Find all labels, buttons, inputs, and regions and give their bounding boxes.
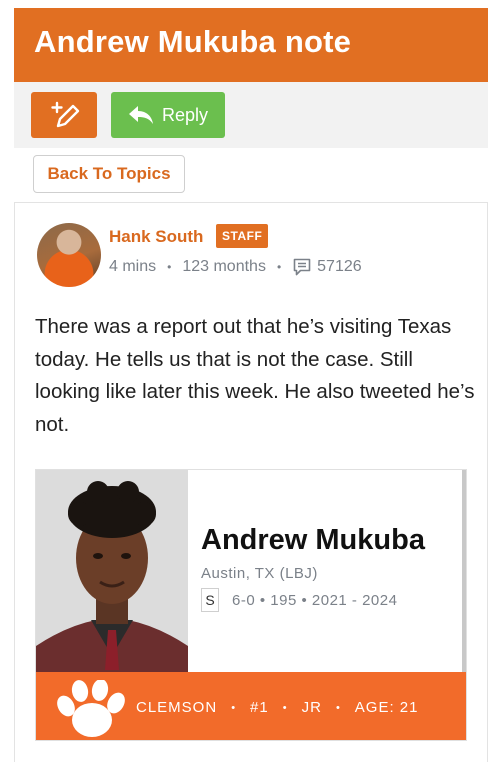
toolbar: Reply xyxy=(14,82,488,148)
player-school: CLEMSON xyxy=(136,699,218,716)
card-edge xyxy=(462,470,466,672)
reply-arrow-icon xyxy=(128,106,153,124)
post-body: There was a report out that he’s visitin… xyxy=(35,315,475,436)
meta-separator: • xyxy=(167,260,172,274)
footer-separator: • xyxy=(231,701,237,714)
player-card[interactable]: Andrew Mukuba Austin, TX (LBJ) S 6-0 • 1… xyxy=(35,469,467,741)
compose-icon xyxy=(51,101,80,128)
post-meta: 4 mins • 123 months • 57126 xyxy=(109,257,362,277)
post-card: Hank South STAFF 4 mins • 123 months • 5… xyxy=(14,202,488,762)
avatar[interactable] xyxy=(37,223,101,287)
post-time: 4 mins xyxy=(109,258,157,275)
new-topic-button[interactable] xyxy=(31,92,97,138)
player-photo xyxy=(36,470,188,672)
tiger-paw-logo xyxy=(57,680,125,737)
post-count: 57126 xyxy=(317,258,362,275)
player-hometown: Austin, TX (LBJ) xyxy=(201,565,318,582)
meta-separator: • xyxy=(276,260,282,274)
player-age: AGE: 21 xyxy=(354,699,419,716)
player-card-footer: CLEMSON • #1 • JR • AGE: 21 xyxy=(36,672,466,740)
reply-label: Reply xyxy=(161,104,209,125)
player-name: Andrew Mukuba xyxy=(201,524,425,556)
staff-badge: STAFF xyxy=(216,224,269,248)
player-number: #1 xyxy=(250,699,269,716)
player-position: S xyxy=(201,588,219,612)
player-details: 6-0 • 195 • 2021 - 2024 xyxy=(232,592,398,609)
author-name[interactable]: Hank South xyxy=(109,227,203,247)
reply-button[interactable]: Reply xyxy=(111,92,225,138)
topic-title: Andrew Mukuba note xyxy=(14,8,488,82)
player-class: JR xyxy=(301,699,322,716)
member-duration: 123 months xyxy=(182,258,266,275)
footer-separator: • xyxy=(282,701,288,714)
footer-separator: • xyxy=(335,701,341,714)
back-to-topics-button[interactable]: Back To Topics xyxy=(33,155,185,193)
comment-icon xyxy=(292,257,312,277)
